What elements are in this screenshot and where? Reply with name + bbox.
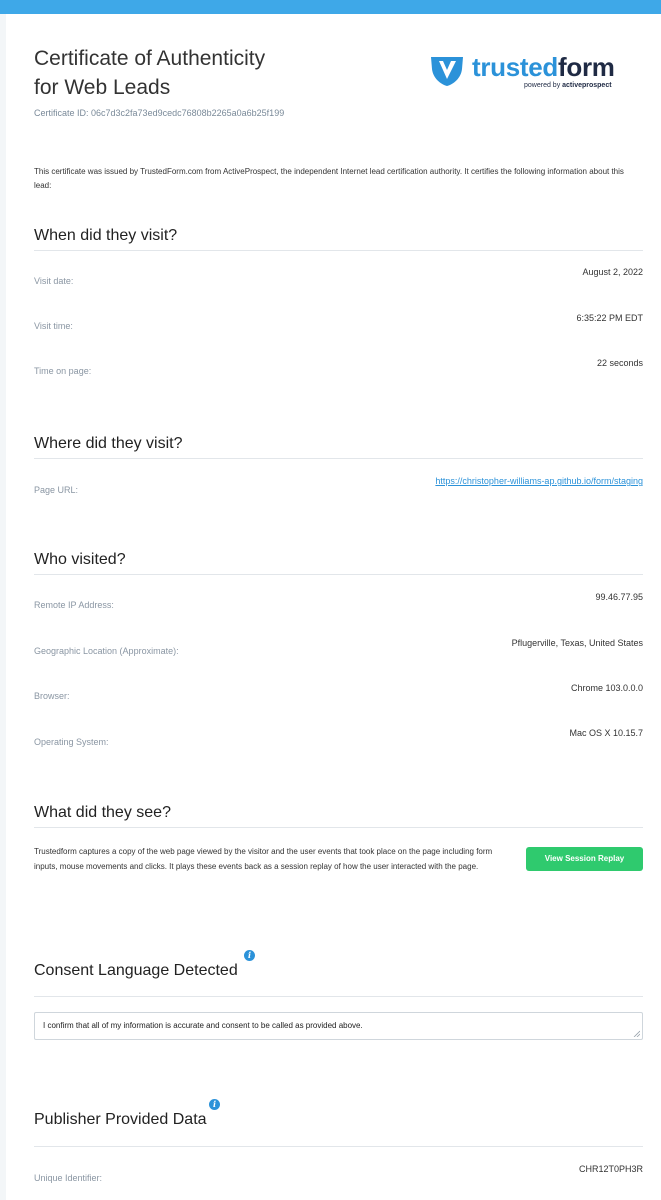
- visit-time-label: Visit time:: [34, 321, 73, 331]
- left-edge: [0, 14, 6, 1200]
- logo-tagline-prefix: powered by: [524, 82, 563, 89]
- certificate-id: Certificate ID: 06c7d3c2fa73ed9cedc76808…: [34, 108, 285, 118]
- page-title: Certificate of Authenticity for Web Lead…: [34, 44, 354, 102]
- consent-language-textarea[interactable]: I confirm that all of my information is …: [34, 1012, 643, 1040]
- title-line-2: for Web Leads: [34, 76, 171, 99]
- logo-tagline-brand: activeprospect: [562, 82, 612, 89]
- geo-location-label: Geographic Location (Approximate):: [34, 646, 179, 656]
- logo-tagline: powered by activeprospect: [524, 82, 612, 89]
- intro-text: This certificate was issued by TrustedFo…: [34, 167, 624, 190]
- section-title-who: Who visited?: [34, 551, 126, 568]
- logo-word-part1: trusted: [472, 52, 559, 82]
- unique-identifier-label: Unique Identifier:: [34, 1173, 103, 1183]
- section-title-where: Where did they visit?: [34, 435, 183, 452]
- section-title-when: When did they visit?: [34, 227, 178, 244]
- shield-check-icon: [431, 57, 463, 86]
- logo-word-part2: form: [558, 52, 615, 82]
- title-line-1: Certificate of Authenticity: [34, 47, 266, 70]
- divider: [34, 250, 643, 251]
- geo-location-value: Pflugerville, Texas, United States: [511, 638, 643, 648]
- section-title-see: What did they see?: [34, 804, 171, 821]
- divider: [34, 574, 643, 575]
- browser-value: Chrome 103.0.0.0: [570, 683, 643, 693]
- visit-time-value: 6:35:22 PM EDT: [576, 313, 643, 323]
- certificate-page: Certificate of Authenticity for Web Lead…: [0, 0, 661, 1200]
- os-value: Mac OS X 10.15.7: [569, 728, 643, 738]
- section-title-publisher: Publisher Provided Data: [34, 1111, 207, 1128]
- trustedform-logo: trustedform powered by activeprospect: [428, 52, 643, 94]
- session-replay-description: Trustedform captures a copy of the web p…: [34, 847, 493, 871]
- divider: [34, 458, 643, 459]
- top-accent-bar: [0, 0, 661, 14]
- visit-date-label: Visit date:: [34, 276, 74, 286]
- time-on-page-value: 22 seconds: [596, 358, 643, 368]
- logo-wordmark: trustedform: [472, 52, 615, 82]
- divider: [34, 996, 643, 997]
- divider: [34, 827, 643, 828]
- page-url-link[interactable]: https://christopher-williams-ap.github.i…: [435, 476, 643, 486]
- view-session-replay-button[interactable]: View Session Replay: [526, 847, 643, 871]
- page-url-label: Page URL:: [34, 485, 79, 495]
- time-on-page-label: Time on page:: [34, 366, 92, 376]
- divider: [34, 1146, 643, 1147]
- resize-grip-icon[interactable]: [633, 1030, 640, 1037]
- os-label: Operating System:: [34, 737, 109, 747]
- info-icon[interactable]: i: [209, 1099, 220, 1110]
- consent-language-text: I confirm that all of my information is …: [43, 1021, 363, 1030]
- unique-identifier-value: CHR12T0PH3R: [578, 1164, 643, 1174]
- section-title-consent: Consent Language Detected: [34, 962, 238, 979]
- remote-ip-value: 99.46.77.95: [595, 592, 643, 602]
- remote-ip-label: Remote IP Address:: [34, 600, 114, 610]
- visit-date-value: August 2, 2022: [582, 267, 643, 277]
- info-icon[interactable]: i: [244, 950, 255, 961]
- browser-label: Browser:: [34, 691, 70, 701]
